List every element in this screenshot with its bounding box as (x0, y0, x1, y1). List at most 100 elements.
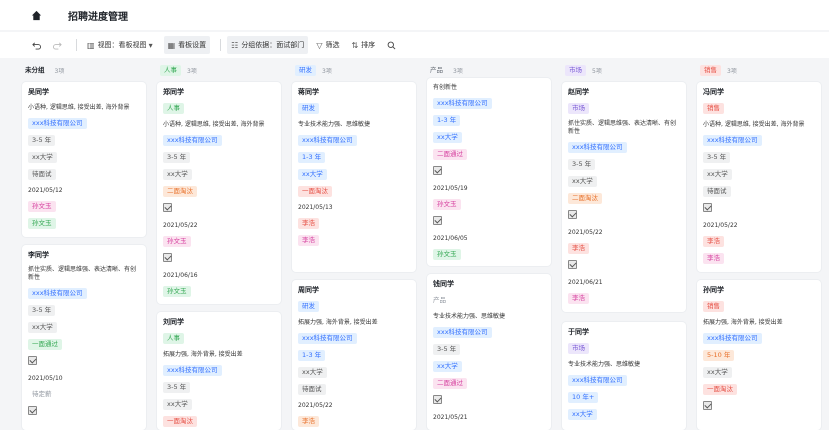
interview-date: 2021/05/13 (298, 204, 333, 211)
group-by-button[interactable]: ☷ 分组依据：面试部门 (227, 36, 309, 54)
experience-tag: 3-5 年 (28, 135, 56, 146)
candidate-card[interactable]: 李同学 抓住实质、逻辑思维强、表达清晰、有创新性 xxx科技有限公司 3-5 年… (22, 245, 146, 430)
candidate-card[interactable]: 郑同学 人事 小语种, 逻辑思维, 接受出差, 海外背景 xxx科技有限公司 3… (157, 82, 281, 304)
department-tag: 销售 (703, 103, 724, 114)
checkbox[interactable] (568, 210, 577, 219)
home-icon[interactable] (30, 9, 42, 21)
school-tag: xx大学 (703, 169, 732, 180)
candidate-card[interactable]: 刘同学 人事 拓展力强, 海外背景, 接受出差 xxx科技有限公司 3-5 年 … (157, 312, 281, 430)
candidate-description: 拓展力强, 海外背景, 接受出差 (703, 319, 783, 326)
interview-date: 2021/05/22 (163, 222, 198, 229)
company-tag: xxx科技有限公司 (163, 135, 222, 146)
department-tag: 市场 (568, 343, 589, 354)
interview-date: 2021/05/22 (703, 222, 738, 229)
candidate-name: 李同学 (28, 251, 49, 259)
department-tag: 销售 (703, 301, 724, 312)
sort-button[interactable]: ⇅ 排序 (347, 36, 379, 54)
interviewer-tag: 孙文玉 (28, 201, 56, 212)
second-interview-date: 2021/06/21 (568, 279, 603, 286)
view-switcher[interactable]: ▥ 视图：看板视图 ▾ (83, 36, 160, 54)
board-settings-button[interactable]: ▦ 看板设置 (163, 36, 211, 54)
candidate-card[interactable]: 吴同学 小语种, 逻辑思维, 接受出差, 海外背景 xxx科技有限公司 3-5 … (22, 82, 146, 237)
column-label: 产品 (430, 65, 443, 74)
checkbox[interactable] (568, 260, 577, 269)
department-tag: 人事 (163, 103, 184, 114)
search-icon[interactable] (383, 36, 400, 54)
candidate-name: 周同学 (298, 286, 319, 294)
candidate-card[interactable]: 周同学 研发 拓展力强, 海外背景, 接受出差 xxx科技有限公司 1-3 年 … (292, 280, 416, 430)
interview-date: 2021/05/22 (568, 229, 603, 236)
candidate-card[interactable]: 钱同学 产品 专业技术能力强、思维敏捷 xxx科技有限公司 3-5 年 xx大学… (427, 274, 551, 430)
experience-tag: 3-5 年 (568, 159, 596, 170)
column-header[interactable]: 销售 3项 (697, 60, 825, 80)
candidate-name: 郑同学 (163, 88, 184, 96)
column-header[interactable]: 产品 3项 (427, 60, 555, 80)
checkbox[interactable] (433, 166, 442, 175)
interviewer-tag: 李浩 (568, 293, 589, 304)
stage-tag: 二面通过 (433, 149, 467, 160)
column-rd: 研发 3项 蒋同学 研发 专业技术能力强、思维敏捷 xxx科技有限公司 1-3 … (292, 60, 420, 430)
column-header[interactable]: 市场 5项 (562, 60, 690, 80)
interviewer-tag: 李浩 (298, 416, 319, 427)
candidate-card[interactable]: 有创新性 xxx科技有限公司 1-3 年 xx大学 二面通过 2021/05/1… (427, 78, 551, 266)
status-tag: 待定薪 (32, 390, 52, 398)
checkbox[interactable] (163, 203, 172, 212)
candidate-card[interactable]: 于同学 市场 专业技术能力强、思维敏捷 xxx科技有限公司 10 年+ xx大学 (562, 322, 686, 430)
school-tag: xx大学 (703, 367, 732, 378)
interviewer-tag: 孙文玉 (163, 236, 191, 247)
candidate-description: 小语种, 逻辑思维, 接受出差, 海外背景 (703, 121, 805, 128)
kanban-board: 未分组 3项 吴同学 小语种, 逻辑思维, 接受出差, 海外背景 xxx科技有限… (22, 60, 829, 430)
candidate-name: 钱同学 (433, 280, 454, 288)
checkbox[interactable] (703, 401, 712, 410)
candidate-description: 小语种, 逻辑思维, 接受出差, 海外背景 (28, 104, 130, 111)
filter-button[interactable]: ▽ 筛选 (312, 36, 343, 54)
candidate-card[interactable]: 蒋同学 研发 专业技术能力强、思维敏捷 xxx科技有限公司 1-3 年 xx大学… (292, 82, 416, 272)
column-product: 产品 3项 有创新性 xxx科技有限公司 1-3 年 xx大学 二面通过 202… (427, 60, 555, 430)
candidate-description: 专业技术能力强、思维敏捷 (568, 361, 641, 368)
interviewer-tag: 孙文玉 (433, 199, 461, 210)
school-tag: xx大学 (433, 361, 462, 372)
checkbox[interactable] (433, 395, 442, 404)
checkbox[interactable] (28, 356, 37, 365)
checkbox[interactable] (163, 253, 172, 262)
checkbox[interactable] (28, 406, 37, 415)
candidate-card[interactable]: 冯同学 销售 小语种, 逻辑思维, 接受出差, 海外背景 xxx科技有限公司 3… (697, 82, 821, 272)
company-tag: xxx科技有限公司 (163, 365, 222, 376)
stage-tag: 待面试 (298, 384, 326, 395)
stage-tag: 待面试 (703, 186, 731, 197)
undo-icon[interactable] (28, 36, 45, 54)
column-sales: 销售 3项 冯同学 销售 小语种, 逻辑思维, 接受出差, 海外背景 xxx科技… (697, 60, 825, 430)
experience-tag: 3-5 年 (163, 152, 191, 163)
checkbox[interactable] (433, 216, 442, 225)
redo-icon[interactable] (49, 36, 66, 54)
app-title: 招聘进度管理 (68, 11, 128, 23)
column-header[interactable]: 人事 3项 (157, 60, 285, 80)
stage-tag: 待面试 (28, 169, 56, 180)
experience-tag: 1-3 年 (433, 115, 461, 126)
candidate-description: 拓展力强, 海外背景, 接受出差 (298, 319, 378, 326)
column-count: 3项 (322, 67, 332, 75)
checkbox[interactable] (703, 203, 712, 212)
stage-tag: 一面淘汰 (298, 186, 332, 197)
department-tag: 产品 (433, 296, 446, 304)
view-label: 视图：看板视图 (97, 41, 147, 49)
candidate-name: 蒋同学 (298, 88, 319, 96)
column-count: 3项 (54, 67, 65, 75)
column-header[interactable]: 研发 3项 (292, 60, 420, 80)
experience-tag: 3-5 年 (433, 344, 461, 355)
column-label: 市场 (565, 64, 586, 76)
candidate-card[interactable]: 孙同学 销售 拓展力强, 海外背景, 接受出差 xxx科技有限公司 5-10 年… (697, 280, 821, 430)
column-header[interactable]: 未分组 3项 (22, 60, 150, 80)
column-count: 3项 (727, 67, 737, 75)
second-interview-date: 2021/06/05 (433, 235, 468, 242)
company-tag: xxx科技有限公司 (28, 288, 87, 299)
company-tag: xxx科技有限公司 (568, 375, 627, 386)
title-bar: 招聘进度管理 (0, 0, 829, 30)
filter-label: 筛选 (325, 41, 340, 49)
experience-tag: 10 年+ (568, 392, 599, 403)
candidate-card[interactable]: 赵同学 市场 抓住实质、逻辑思维强、表达清晰、有创新性 xxx科技有限公司 3-… (562, 82, 686, 312)
school-tag: xx大学 (298, 169, 327, 180)
company-tag: xxx科技有限公司 (298, 333, 357, 344)
interviewer-tag: 李浩 (298, 218, 319, 229)
department-tag: 市场 (568, 103, 589, 114)
